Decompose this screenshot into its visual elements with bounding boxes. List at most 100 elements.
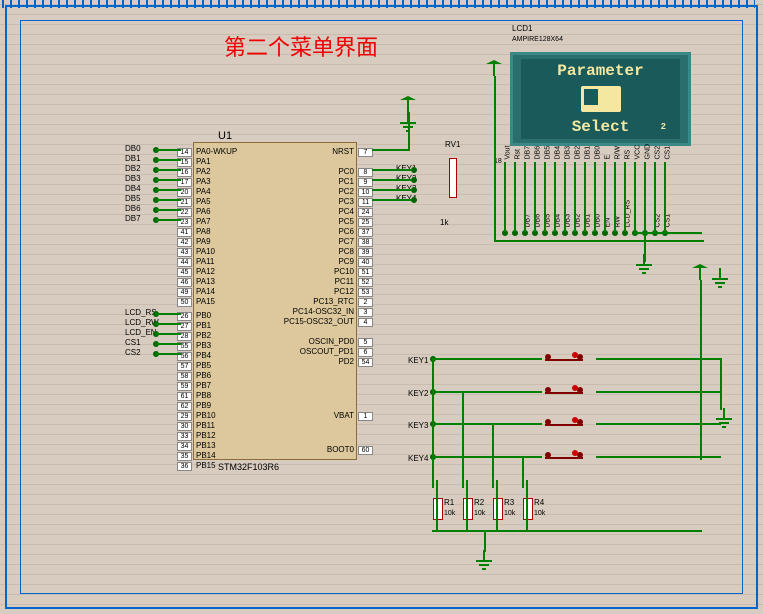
pin-PB0: PB0 — [196, 311, 211, 320]
net-label: DB6 — [125, 204, 141, 213]
pin-PC7: PC7 — [338, 237, 354, 246]
wire — [155, 169, 181, 171]
pin-num: 60 — [356, 445, 373, 455]
wire — [564, 162, 566, 232]
wire — [664, 162, 666, 232]
pin-num: 40 — [356, 257, 373, 267]
pin-PA1: PA1 — [196, 157, 211, 166]
wire — [574, 162, 576, 232]
wire — [644, 162, 646, 232]
wire — [624, 162, 626, 232]
wire — [372, 169, 412, 171]
wire — [596, 358, 721, 360]
led-indicator — [572, 450, 578, 456]
net-label: DB1 — [125, 154, 141, 163]
pin-num: 9 — [356, 177, 373, 187]
pin-PA13: PA13 — [196, 277, 215, 286]
pin-num: 54 — [356, 357, 373, 367]
pin-num: 6 — [356, 347, 373, 357]
pin-PC12: PC12 — [334, 287, 354, 296]
pin-PB11: PB11 — [196, 421, 215, 430]
lcd-pin-Vout: Vout — [505, 145, 512, 159]
potentiometer[interactable] — [445, 140, 465, 215]
wire — [155, 353, 181, 355]
pin-num: 49 — [177, 287, 194, 297]
pin-PD2: PD2 — [338, 357, 354, 366]
lcd-pin-R/W: R/W — [615, 146, 622, 160]
pin-num: 45 — [177, 267, 194, 277]
pin-num: 59 — [177, 381, 194, 391]
pin-PA3: PA3 — [196, 177, 211, 186]
wire — [155, 159, 181, 161]
pin-PC14-OSC32_IN: PC14-OSC32_IN — [293, 307, 354, 316]
pin-NRST: NRST — [332, 147, 354, 156]
pin-num: 38 — [356, 237, 373, 247]
net-label: DB3 — [125, 174, 141, 183]
wire — [155, 323, 181, 325]
wire — [554, 162, 556, 232]
pin-num: 24 — [356, 207, 373, 217]
pin-num: 61 — [177, 391, 194, 401]
key-label: KEY3 — [408, 421, 428, 430]
lcd-pin-DB4: DB4 — [555, 146, 562, 160]
wire — [432, 358, 542, 360]
pin-PB5: PB5 — [196, 361, 211, 370]
net-label: CS2 — [125, 348, 141, 357]
pin-PC3: PC3 — [338, 197, 354, 206]
lcd-pin-VCC: VCC — [635, 145, 642, 160]
lcd-page: 2 — [661, 122, 666, 132]
lcd-pin-DB6: DB6 — [535, 146, 542, 160]
lcd-pin-Rst: Rst — [515, 149, 522, 160]
pin-num: 44 — [177, 257, 194, 267]
pin-PC2: PC2 — [338, 187, 354, 196]
pin-num: 58 — [177, 371, 194, 381]
wire — [372, 179, 412, 181]
pin-num: 62 — [177, 401, 194, 411]
pin-PA12: PA12 — [196, 267, 215, 276]
gnd-res — [476, 560, 492, 572]
lcd-component[interactable]: Parameter Select2 — [510, 52, 691, 146]
vcc-right — [692, 260, 708, 270]
pin-PC15-OSC32_OUT: PC15-OSC32_OUT — [284, 317, 354, 326]
pin-num: 5 — [356, 337, 373, 347]
pin-PB8: PB8 — [196, 391, 211, 400]
wire — [155, 343, 181, 345]
pin-PC13_RTC: PC13_RTC — [313, 297, 354, 306]
lcd-line1: Parameter — [557, 62, 643, 80]
net-label: DB0 — [125, 144, 141, 153]
lcd-pin-DB7: DB7 — [525, 146, 532, 160]
wire — [155, 179, 181, 181]
pin-PC10: PC10 — [334, 267, 354, 276]
wire — [484, 530, 486, 552]
pin-PC8: PC8 — [338, 247, 354, 256]
pin-num: 2 — [356, 297, 373, 307]
lcd-line2: Select — [521, 118, 680, 136]
pin-PC1: PC1 — [338, 177, 354, 186]
pin-PC9: PC9 — [338, 257, 354, 266]
pin-PB15: PB15 — [196, 461, 216, 470]
wire — [634, 162, 636, 232]
pin-num: 3 — [356, 307, 373, 317]
pin-num: 7 — [356, 147, 373, 157]
net-label: DB7 — [125, 214, 141, 223]
pin-PC0: PC0 — [338, 167, 354, 176]
wire — [432, 391, 542, 393]
wire — [155, 209, 181, 211]
pin-PA11: PA11 — [196, 257, 214, 266]
wire — [372, 149, 410, 151]
schematic-canvas[interactable]: 第二个菜单界面 U1 PA0-WKUP14PA115PA216PA317PA42… — [0, 0, 763, 614]
pin-num: 4 — [356, 317, 373, 327]
pin-BOOT0: BOOT0 — [327, 445, 354, 454]
pin-PC11: PC11 — [335, 277, 354, 286]
stm32-chip[interactable]: PA0-WKUP14PA115PA216PA317PA420PA521PA622… — [193, 142, 357, 460]
gnd-lcd — [636, 264, 652, 276]
wire — [720, 358, 722, 410]
wire — [155, 199, 181, 201]
pin-PA10: PA10 — [196, 247, 215, 256]
pin-num: 42 — [177, 237, 194, 247]
vcc-nrst — [400, 92, 416, 102]
pin-num: 51 — [356, 267, 373, 277]
pin-PB7: PB7 — [196, 381, 211, 390]
wire — [504, 162, 506, 232]
pin-PB14: PB14 — [196, 451, 216, 460]
